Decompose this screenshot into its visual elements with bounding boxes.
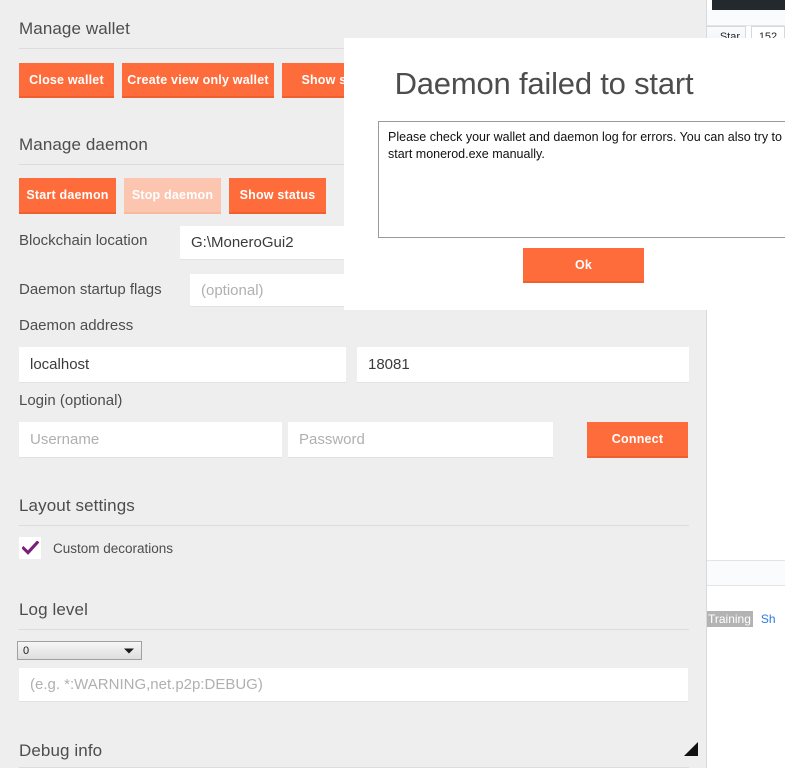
background-dark-header [712, 0, 785, 10]
custom-decorations-label: Custom decorations [53, 540, 174, 556]
section-title-debug-info: Debug info [19, 741, 103, 760]
daemon-address-label: Daemon address [19, 317, 134, 334]
tag-link[interactable]: Sh [761, 612, 776, 626]
divider-log-level [19, 629, 689, 630]
username-input[interactable] [19, 422, 282, 458]
dialog-ok-button[interactable]: Ok [523, 248, 644, 283]
divider-layout-settings [19, 525, 689, 526]
tag-training[interactable]: Training [706, 611, 753, 627]
resize-grip-icon[interactable] [684, 742, 698, 756]
daemon-address-host-input[interactable] [19, 347, 346, 383]
dialog-title: Daemon failed to start [394, 66, 694, 101]
daemon-startup-flags-label: Daemon startup flags [19, 281, 162, 298]
dialog-message-textarea[interactable] [378, 121, 785, 238]
log-categories-input[interactable] [19, 668, 688, 702]
custom-decorations-checkbox[interactable] [19, 537, 41, 559]
background-strip [706, 10, 785, 26]
start-daemon-button[interactable]: Start daemon [19, 178, 116, 214]
show-status-button[interactable]: Show status [229, 178, 326, 214]
daemon-failed-dialog: Daemon failed to start Ok [344, 38, 785, 310]
daemon-address-port-input[interactable] [357, 347, 689, 383]
chevron-down-icon [124, 648, 134, 653]
section-title-manage-daemon: Manage daemon [19, 135, 148, 154]
section-title-layout-settings: Layout settings [19, 496, 135, 515]
stop-daemon-button[interactable]: Stop daemon [124, 178, 221, 214]
connect-button[interactable]: Connect [587, 422, 688, 458]
blockchain-location-label: Blockchain location [19, 232, 148, 249]
background-tag-row: Training Sh [706, 611, 785, 646]
password-input[interactable] [288, 422, 553, 458]
login-label: Login (optional) [19, 392, 123, 409]
create-view-only-wallet-button[interactable]: Create view only wallet [122, 63, 274, 98]
close-wallet-button[interactable]: Close wallet [19, 63, 114, 98]
section-title-manage-wallet: Manage wallet [19, 19, 130, 38]
background-card [706, 560, 785, 586]
log-level-select[interactable]: 0 [17, 641, 142, 660]
section-title-log-level: Log level [19, 600, 88, 619]
log-level-value: 0 [23, 644, 30, 657]
checkmark-icon [21, 540, 39, 555]
custom-decorations-checkbox-row[interactable]: Custom decorations [19, 537, 173, 559]
